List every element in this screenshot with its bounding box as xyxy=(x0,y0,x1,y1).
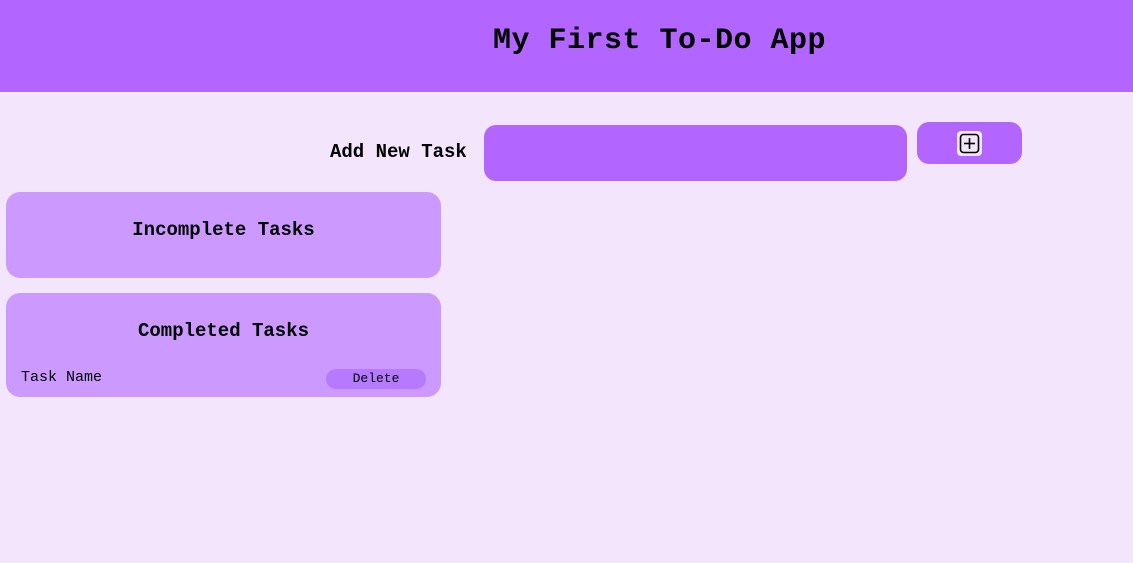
incomplete-tasks-panel: Incomplete Tasks xyxy=(6,192,441,278)
incomplete-tasks-title: Incomplete Tasks xyxy=(132,219,315,241)
completed-tasks-title: Completed Tasks xyxy=(137,320,310,342)
add-task-button[interactable] xyxy=(917,122,1022,164)
completed-tasks-panel: Completed Tasks Task Name Delete xyxy=(6,293,441,397)
completed-task-item: Task Name Delete xyxy=(6,367,441,391)
task-name: Task Name xyxy=(21,369,103,386)
app-header: My First To-Do App xyxy=(0,0,1133,92)
plus-square-icon xyxy=(957,130,982,156)
new-task-input[interactable] xyxy=(484,125,907,181)
delete-button[interactable]: Delete xyxy=(326,369,426,389)
add-task-label: Add New Task xyxy=(330,141,467,163)
app-title: My First To-Do App xyxy=(493,24,827,58)
